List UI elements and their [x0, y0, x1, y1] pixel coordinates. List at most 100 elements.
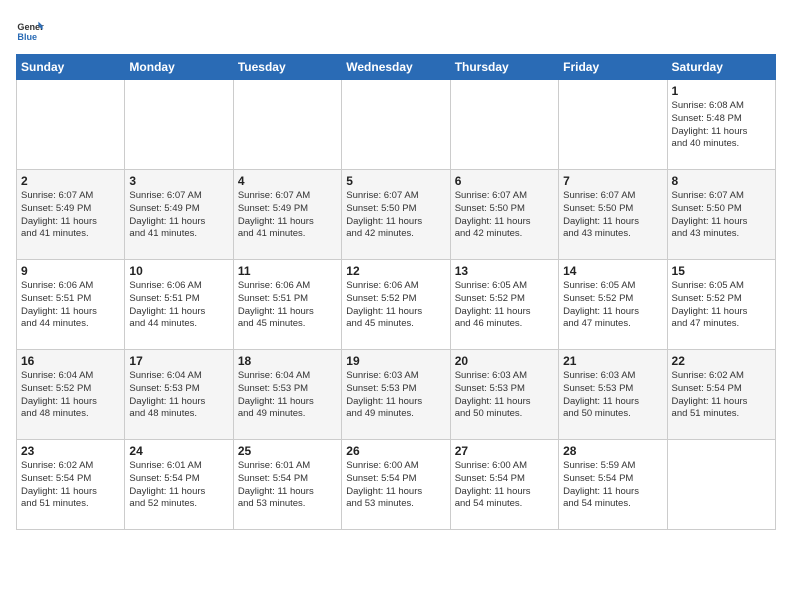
day-info: Sunrise: 6:07 AMSunset: 5:50 PMDaylight:…: [455, 190, 554, 241]
calendar-cell: 25 Sunrise: 6:01 AMSunset: 5:54 PMDayligh…: [233, 440, 341, 530]
calendar-cell: 22 Sunrise: 6:02 AMSunset: 5:54 PMDayligh…: [667, 350, 775, 440]
calendar-cell: [342, 80, 450, 170]
calendar-cell: 5 Sunrise: 6:07 AMSunset: 5:50 PMDaylight…: [342, 170, 450, 260]
day-info: Sunrise: 6:06 AMSunset: 5:51 PMDaylight:…: [129, 280, 228, 331]
calendar-cell: 15 Sunrise: 6:05 AMSunset: 5:52 PMDayligh…: [667, 260, 775, 350]
day-number: 13: [455, 264, 554, 278]
calendar-cell: [17, 80, 125, 170]
calendar-cell: 10 Sunrise: 6:06 AMSunset: 5:51 PMDayligh…: [125, 260, 233, 350]
weekday-header: Wednesday: [342, 55, 450, 80]
day-number: 3: [129, 174, 228, 188]
day-number: 21: [563, 354, 662, 368]
day-number: 7: [563, 174, 662, 188]
calendar-cell: 20 Sunrise: 6:03 AMSunset: 5:53 PMDayligh…: [450, 350, 558, 440]
day-info: Sunrise: 6:01 AMSunset: 5:54 PMDaylight:…: [238, 460, 337, 511]
day-info: Sunrise: 6:06 AMSunset: 5:51 PMDaylight:…: [238, 280, 337, 331]
calendar-table: SundayMondayTuesdayWednesdayThursdayFrid…: [16, 54, 776, 530]
day-number: 12: [346, 264, 445, 278]
calendar-week-row: 1Sunrise: 6:08 AMSunset: 5:48 PMDaylight…: [17, 80, 776, 170]
day-info: Sunrise: 6:05 AMSunset: 5:52 PMDaylight:…: [563, 280, 662, 331]
day-info: Sunrise: 6:05 AMSunset: 5:52 PMDaylight:…: [672, 280, 771, 331]
day-number: 5: [346, 174, 445, 188]
weekday-header: Friday: [559, 55, 667, 80]
logo: General Blue: [16, 16, 46, 44]
calendar-week-row: 23 Sunrise: 6:02 AMSunset: 5:54 PMDayligh…: [17, 440, 776, 530]
day-info: Sunrise: 6:03 AMSunset: 5:53 PMDaylight:…: [346, 370, 445, 421]
calendar-week-row: 9 Sunrise: 6:06 AMSunset: 5:51 PMDaylight…: [17, 260, 776, 350]
day-number: 17: [129, 354, 228, 368]
day-info: Sunrise: 6:07 AMSunset: 5:50 PMDaylight:…: [563, 190, 662, 241]
calendar-week-row: 2 Sunrise: 6:07 AMSunset: 5:49 PMDaylight…: [17, 170, 776, 260]
day-info: Sunrise: 6:02 AMSunset: 5:54 PMDaylight:…: [21, 460, 120, 511]
calendar-cell: 12Sunrise: 6:06 AMSunset: 5:52 PMDayligh…: [342, 260, 450, 350]
calendar-cell: 6 Sunrise: 6:07 AMSunset: 5:50 PMDaylight…: [450, 170, 558, 260]
calendar-cell: 13 Sunrise: 6:05 AMSunset: 5:52 PMDayligh…: [450, 260, 558, 350]
calendar-cell: 27Sunrise: 6:00 AMSunset: 5:54 PMDayligh…: [450, 440, 558, 530]
calendar-cell: [125, 80, 233, 170]
day-number: 15: [672, 264, 771, 278]
calendar-cell: 17Sunrise: 6:04 AMSunset: 5:53 PMDayligh…: [125, 350, 233, 440]
logo-icon: General Blue: [16, 16, 44, 44]
day-number: 14: [563, 264, 662, 278]
day-number: 8: [672, 174, 771, 188]
day-number: 11: [238, 264, 337, 278]
day-info: Sunrise: 6:05 AMSunset: 5:52 PMDaylight:…: [455, 280, 554, 331]
calendar-week-row: 16 Sunrise: 6:04 AMSunset: 5:52 PMDayligh…: [17, 350, 776, 440]
weekday-header: Saturday: [667, 55, 775, 80]
calendar-cell: 24 Sunrise: 6:01 AMSunset: 5:54 PMDayligh…: [125, 440, 233, 530]
day-info: Sunrise: 6:03 AMSunset: 5:53 PMDaylight:…: [563, 370, 662, 421]
day-info: Sunrise: 6:04 AMSunset: 5:53 PMDaylight:…: [238, 370, 337, 421]
calendar-cell: [667, 440, 775, 530]
calendar-cell: 18 Sunrise: 6:04 AMSunset: 5:53 PMDayligh…: [233, 350, 341, 440]
day-info: Sunrise: 6:07 AMSunset: 5:49 PMDaylight:…: [21, 190, 120, 241]
calendar-cell: 3 Sunrise: 6:07 AMSunset: 5:49 PMDaylight…: [125, 170, 233, 260]
day-info: Sunrise: 6:07 AMSunset: 5:50 PMDaylight:…: [672, 190, 771, 241]
day-info: Sunrise: 6:00 AMSunset: 5:54 PMDaylight:…: [455, 460, 554, 511]
calendar-cell: [233, 80, 341, 170]
day-number: 23: [21, 444, 120, 458]
day-info: Sunrise: 6:07 AMSunset: 5:49 PMDaylight:…: [129, 190, 228, 241]
day-info: Sunrise: 6:02 AMSunset: 5:54 PMDaylight:…: [672, 370, 771, 421]
calendar-cell: 21 Sunrise: 6:03 AMSunset: 5:53 PMDayligh…: [559, 350, 667, 440]
calendar-cell: 1Sunrise: 6:08 AMSunset: 5:48 PMDaylight…: [667, 80, 775, 170]
day-info: Sunrise: 6:04 AMSunset: 5:52 PMDaylight:…: [21, 370, 120, 421]
day-number: 26: [346, 444, 445, 458]
calendar-cell: 14 Sunrise: 6:05 AMSunset: 5:52 PMDayligh…: [559, 260, 667, 350]
calendar-cell: [559, 80, 667, 170]
day-number: 9: [21, 264, 120, 278]
day-number: 16: [21, 354, 120, 368]
weekday-header: Sunday: [17, 55, 125, 80]
calendar-cell: [450, 80, 558, 170]
day-number: 2: [21, 174, 120, 188]
calendar-cell: 8 Sunrise: 6:07 AMSunset: 5:50 PMDaylight…: [667, 170, 775, 260]
day-number: 19: [346, 354, 445, 368]
day-number: 10: [129, 264, 228, 278]
weekday-header: Thursday: [450, 55, 558, 80]
calendar-cell: 11 Sunrise: 6:06 AMSunset: 5:51 PMDayligh…: [233, 260, 341, 350]
day-info: Sunrise: 6:03 AMSunset: 5:53 PMDaylight:…: [455, 370, 554, 421]
day-number: 6: [455, 174, 554, 188]
calendar-cell: 28 Sunrise: 5:59 AMSunset: 5:54 PMDayligh…: [559, 440, 667, 530]
day-info: Sunrise: 5:59 AMSunset: 5:54 PMDaylight:…: [563, 460, 662, 511]
calendar-cell: 9 Sunrise: 6:06 AMSunset: 5:51 PMDaylight…: [17, 260, 125, 350]
day-info: Sunrise: 6:06 AMSunset: 5:51 PMDaylight:…: [21, 280, 120, 331]
day-number: 24: [129, 444, 228, 458]
day-info: Sunrise: 6:07 AMSunset: 5:50 PMDaylight:…: [346, 190, 445, 241]
page-header: General Blue: [16, 16, 776, 44]
day-number: 4: [238, 174, 337, 188]
calendar-cell: 26 Sunrise: 6:00 AMSunset: 5:54 PMDayligh…: [342, 440, 450, 530]
day-number: 28: [563, 444, 662, 458]
svg-text:Blue: Blue: [17, 32, 37, 42]
day-number: 1: [672, 84, 771, 98]
day-info: Sunrise: 6:00 AMSunset: 5:54 PMDaylight:…: [346, 460, 445, 511]
calendar-cell: 23 Sunrise: 6:02 AMSunset: 5:54 PMDayligh…: [17, 440, 125, 530]
day-number: 18: [238, 354, 337, 368]
calendar-cell: 7 Sunrise: 6:07 AMSunset: 5:50 PMDaylight…: [559, 170, 667, 260]
day-number: 22: [672, 354, 771, 368]
calendar-cell: 16 Sunrise: 6:04 AMSunset: 5:52 PMDayligh…: [17, 350, 125, 440]
calendar-cell: 2 Sunrise: 6:07 AMSunset: 5:49 PMDaylight…: [17, 170, 125, 260]
day-number: 25: [238, 444, 337, 458]
day-number: 20: [455, 354, 554, 368]
day-info: Sunrise: 6:07 AMSunset: 5:49 PMDaylight:…: [238, 190, 337, 241]
day-info: Sunrise: 6:01 AMSunset: 5:54 PMDaylight:…: [129, 460, 228, 511]
